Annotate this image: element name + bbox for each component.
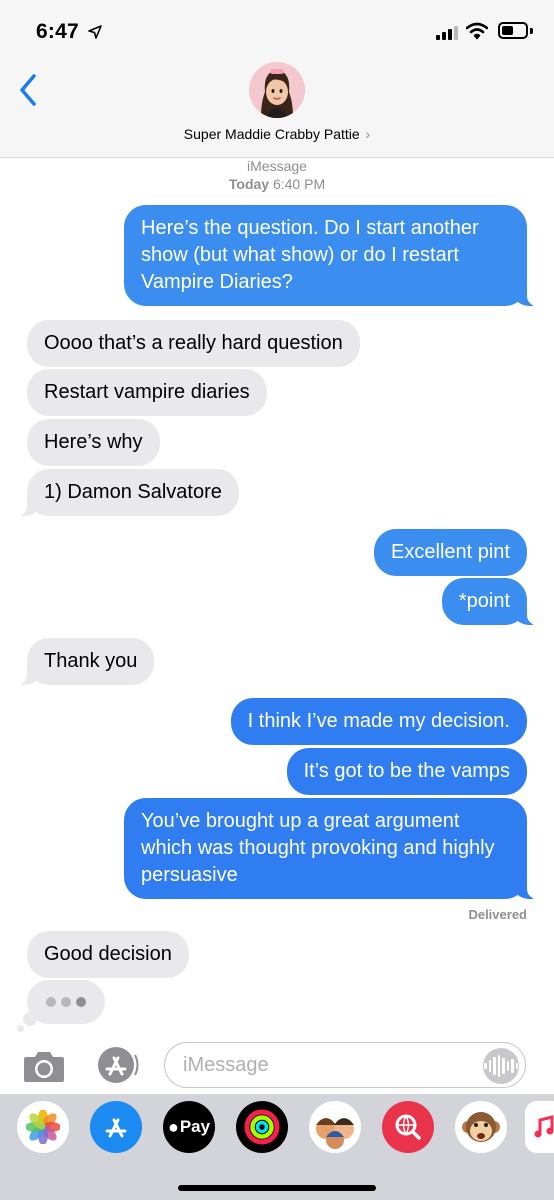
web-search-app-icon[interactable] (382, 1101, 434, 1153)
message-bubble-incoming[interactable]: Restart vampire diaries (27, 369, 267, 416)
message-text: Excellent pint (391, 541, 510, 563)
message-bubble-outgoing[interactable]: *point (441, 578, 538, 625)
battery-icon (498, 22, 528, 39)
photos-app-icon[interactable] (17, 1101, 69, 1153)
status-time: 6:47 (36, 20, 79, 43)
wifi-icon (466, 22, 488, 40)
message-text: Oooo that’s a really hard question (44, 332, 343, 354)
audio-message-icon[interactable] (483, 1048, 519, 1084)
message-bubble-outgoing[interactable]: Excellent pint (374, 529, 527, 576)
camera-icon[interactable] (22, 1048, 66, 1084)
activity-app-icon[interactable] (236, 1101, 288, 1153)
app-store-icon[interactable] (94, 1045, 140, 1085)
message-bubble-outgoing[interactable]: You’ve brought up a great argument which… (124, 798, 537, 899)
conversation-header: Super Maddie Crabby Pattie › (0, 62, 554, 158)
message-bubble-incoming[interactable]: Thank you (16, 638, 155, 685)
timestamp-time: 6:40 PM (272, 176, 326, 192)
home-indicator[interactable] (178, 1185, 376, 1191)
status-bar: 6:47 (0, 0, 554, 62)
timestamp: Today 6:40 PM (0, 176, 554, 192)
animoji-app-icon[interactable] (455, 1101, 507, 1153)
contact-name: Super Maddie Crabby Pattie (183, 126, 360, 142)
cellular-signal-icon (436, 24, 458, 40)
compose-bar (0, 1038, 554, 1094)
message-bubble-incoming[interactable]: Oooo that’s a really hard question (27, 320, 360, 367)
music-app-icon[interactable] (525, 1101, 554, 1153)
message-input[interactable] (164, 1042, 526, 1088)
message-text: Here’s why (44, 431, 143, 453)
chevron-right-icon: › (365, 126, 371, 142)
memoji-stickers-app-icon[interactable] (309, 1101, 361, 1153)
typing-indicator (27, 980, 105, 1024)
message-bubble-outgoing[interactable]: Here’s the question. Do I start another … (124, 205, 537, 306)
message-bubble-incoming[interactable]: Here’s why (27, 419, 160, 466)
contact-name-button[interactable]: Super Maddie Crabby Pattie › (0, 126, 554, 142)
message-text: You’ve brought up a great argument which… (141, 810, 495, 886)
message-text: Restart vampire diaries (44, 381, 250, 403)
contact-avatar[interactable] (249, 62, 305, 118)
delivered-status: Delivered (468, 907, 527, 922)
message-bubble-incoming[interactable]: 1) Damon Salvatore (17, 469, 239, 516)
message-text: It’s got to be the vamps (303, 760, 510, 782)
location-arrow-icon (88, 25, 102, 39)
message-text: 1) Damon Salvatore (44, 481, 222, 503)
memoji-avatar-icon (249, 62, 305, 118)
apple-pay-app-icon[interactable]: ● Pay (163, 1101, 215, 1153)
message-bubble-outgoing[interactable]: It’s got to be the vamps (286, 748, 527, 795)
message-text: Here’s the question. Do I start another … (141, 217, 479, 293)
message-bubble-incoming[interactable]: Good decision (27, 931, 189, 978)
message-text: Good decision (44, 943, 172, 965)
timestamp-day: Today (228, 176, 270, 192)
app-store-app-icon[interactable] (90, 1101, 142, 1153)
message-text: I think I’ve made my decision. (247, 710, 510, 732)
service-label: iMessage (247, 158, 307, 174)
back-chevron-icon[interactable] (14, 70, 44, 110)
message-text: *point (458, 590, 510, 612)
message-bubble-outgoing[interactable]: I think I’ve made my decision. (230, 698, 527, 745)
message-text: Thank you (44, 650, 138, 672)
